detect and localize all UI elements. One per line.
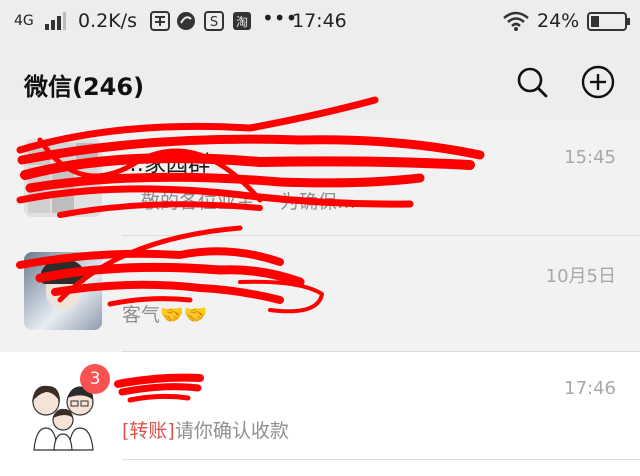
signal-icon xyxy=(45,12,66,30)
status-bar: 4G 0.2K/s S 淘 ••• 17:46 24% xyxy=(0,0,640,42)
chat-time: 15:45 xyxy=(564,147,616,168)
group-avatar xyxy=(24,139,102,217)
network-type: 4G xyxy=(14,13,34,29)
wifi-icon xyxy=(503,11,529,31)
chat-list: …家园群 15:45 …敬的各位业主： 为确保… 10月5日 客气🤝🤝 3 17… xyxy=(0,120,640,476)
chat-preview: [转账]请你确认收款 xyxy=(122,416,552,443)
transfer-tag: [转账] xyxy=(122,420,175,442)
chat-item[interactable]: …家园群 15:45 …敬的各位业主： 为确保… xyxy=(0,120,640,236)
chat-time: 17:46 xyxy=(564,378,616,399)
search-icon[interactable] xyxy=(512,62,552,102)
plus-circle-icon[interactable] xyxy=(578,62,618,102)
taobao-notify-icon: 淘 xyxy=(233,12,251,30)
battery-icon xyxy=(587,12,630,31)
battery-percent: 24% xyxy=(537,10,580,32)
app-notify-icon xyxy=(150,11,170,31)
page-title: 微信(246) xyxy=(24,73,145,101)
chat-preview: 客气🤝🤝 xyxy=(122,304,208,326)
chat-item[interactable]: 3 17:46 [转账]请你确认收款 xyxy=(0,352,640,468)
chat-item[interactable]: 10月5日 客气🤝🤝 xyxy=(0,236,640,352)
svg-text:淘: 淘 xyxy=(236,15,248,29)
svg-text:S: S xyxy=(210,15,218,30)
app-notify-icon xyxy=(177,12,195,30)
contact-avatar xyxy=(24,252,102,330)
clock: 17:46 xyxy=(292,10,347,32)
chat-name: …家园群 xyxy=(122,152,211,177)
chat-preview: …敬的各位业主： 为确保… xyxy=(122,191,357,213)
app-header: 微信(246) xyxy=(0,42,640,120)
network-speed: 0.2K/s xyxy=(78,10,137,32)
preview-text: 请你确认收款 xyxy=(174,420,289,442)
unread-badge: 3 xyxy=(80,364,110,394)
app-notify-icon: S xyxy=(204,11,224,31)
divider xyxy=(122,459,640,460)
chat-time: 10月5日 xyxy=(545,266,616,287)
